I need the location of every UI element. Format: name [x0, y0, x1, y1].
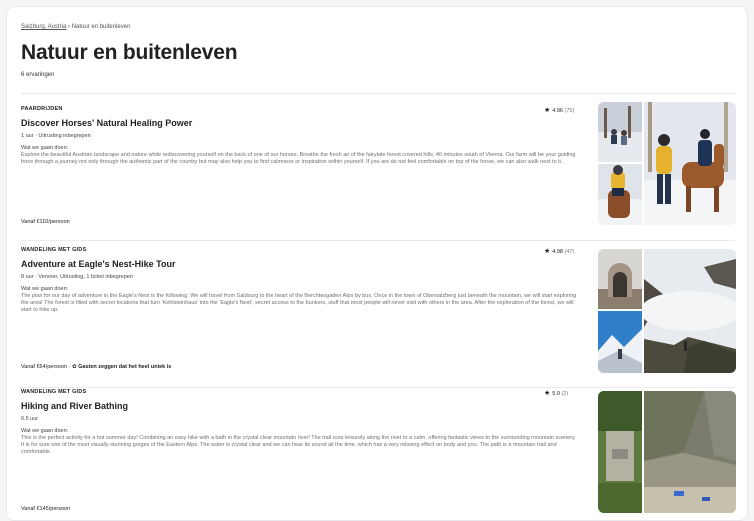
star-icon: ★: [544, 107, 551, 114]
rating-value: 5.0: [552, 391, 560, 397]
gorge-photo[interactable]: [598, 391, 642, 513]
experience-price: Vanaf €145/persoon: [21, 506, 71, 512]
experience-title[interactable]: Discover Horses' Natural Healing Power: [21, 118, 192, 128]
breadcrumb-link-parent[interactable]: Salzburg, Austria: [21, 24, 66, 30]
experience-category: WANDELING MET GIDS: [21, 389, 87, 395]
experience-description: This is the perfect activity for a hot s…: [21, 435, 576, 455]
river-rocks-photo[interactable]: [644, 391, 736, 513]
experience-rating: ★ 4.96 (75): [544, 106, 574, 114]
experience-meta: 8 uur · Vervoer, Uitrusting, 1 ticket in…: [21, 274, 133, 280]
photo-gallery[interactable]: [598, 391, 736, 513]
breadcrumb: Salzburg, Austria › Natuur en buitenleve…: [21, 24, 130, 30]
mountain-clouds-photo[interactable]: [644, 249, 736, 373]
photo-gallery[interactable]: [598, 249, 736, 373]
mountain-hiker-photo[interactable]: [598, 311, 642, 373]
experience-rating: ★ 4.98 (47): [544, 247, 574, 255]
what-we-do-label: Wat we gaan doen:: [21, 145, 69, 151]
photo-gallery[interactable]: [598, 102, 736, 225]
rating-value: 4.98: [552, 249, 563, 255]
review-count: (75): [564, 108, 575, 114]
page-title: Natuur en buitenleven: [21, 41, 238, 64]
what-we-do-label: Wat we gaan doen:: [21, 428, 69, 434]
experience-card[interactable]: WANDELING MET GIDS ★ 5.0 (2) Hiking and R…: [21, 389, 737, 519]
horse-riding-photo[interactable]: [598, 164, 642, 225]
sparkle-icon: ✿: [71, 364, 77, 370]
divider: [21, 240, 735, 241]
experience-description: Explore the beautiful Austrian landscape…: [21, 152, 576, 165]
experience-title[interactable]: Hiking and River Bathing: [21, 401, 128, 411]
rating-value: 4.96: [552, 108, 563, 114]
breadcrumb-separator: ›: [68, 24, 71, 30]
experience-description: The plan for our day of adventure in the…: [21, 293, 577, 313]
experience-meta: 1 uur · Uitrusting inbegrepen: [21, 133, 91, 139]
experience-count: 6 ervaringen: [21, 72, 55, 78]
breadcrumb-current: Natuur en buitenleven: [71, 24, 131, 30]
experience-price-row: Vanaf €64/persoon · ✿ Gasten zeggen dat …: [21, 364, 172, 370]
guest-note: Gasten zeggen dat het heel uniek is: [78, 364, 172, 370]
experiences-page: Salzburg, Austria › Natuur en buitenleve…: [6, 6, 748, 521]
experience-price: Vanaf €64/persoon: [21, 364, 68, 370]
experience-category: PAARDRIJDEN: [21, 106, 63, 112]
experience-card[interactable]: PAARDRIJDEN ★ 4.96 (75) Discover Horses' …: [21, 102, 737, 236]
review-count: (47): [564, 249, 575, 255]
horse-riding-photo[interactable]: [644, 102, 736, 225]
what-we-do-label: Wat we gaan doen:: [21, 286, 69, 292]
tunnel-photo[interactable]: [598, 249, 642, 309]
experience-category: WANDELING MET GIDS: [21, 247, 87, 253]
experience-price: Vanaf €110/persoon: [21, 219, 70, 225]
experience-title[interactable]: Adventure at Eagle's Nest-Hike Tour: [21, 259, 176, 269]
horse-riding-photo[interactable]: [598, 102, 642, 162]
divider: [21, 387, 735, 388]
experience-meta: 6.5 uur: [21, 416, 39, 422]
review-count: (2): [561, 391, 569, 397]
divider: [21, 93, 735, 94]
star-icon: ★: [544, 248, 551, 255]
experience-card[interactable]: WANDELING MET GIDS ★ 4.98 (47) Adventure …: [21, 247, 737, 382]
star-icon: ★: [544, 390, 551, 397]
experience-rating: ★ 5.0 (2): [544, 389, 568, 397]
